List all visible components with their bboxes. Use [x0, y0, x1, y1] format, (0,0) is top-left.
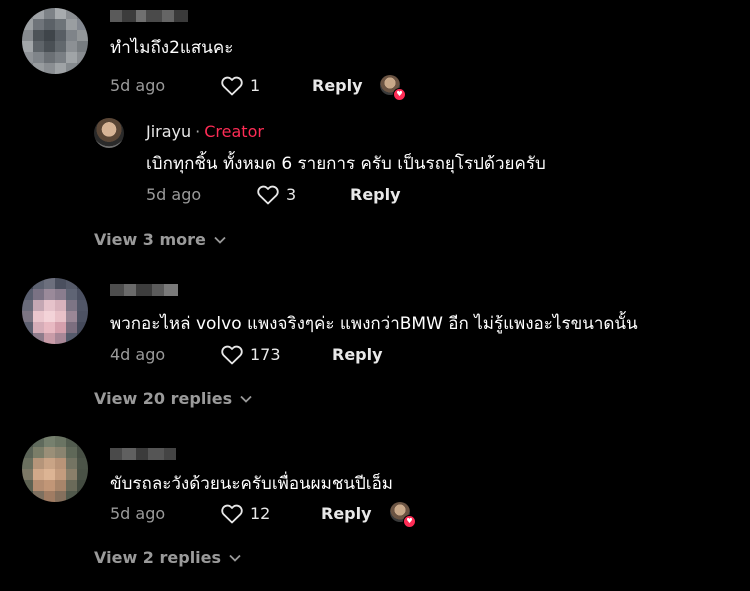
chevron-down-icon [240, 395, 252, 403]
username-redacted[interactable] [110, 10, 188, 22]
reply-button[interactable]: Reply [312, 76, 363, 95]
reply-1: Jirayu · Creator เบิกทุกชิ้น ทั้งหมด 6 ราย… [0, 112, 750, 212]
avatar[interactable] [22, 436, 88, 502]
creator-liked-badge: ♥ [380, 75, 406, 101]
reply-username[interactable]: Jirayu [146, 122, 191, 141]
chevron-down-icon [214, 236, 226, 244]
view-more-replies[interactable]: View 2 replies [94, 548, 241, 567]
view-more-replies[interactable]: View 3 more [94, 230, 226, 249]
reply-button[interactable]: Reply [350, 185, 401, 204]
avatar[interactable] [22, 8, 88, 74]
creator-avatar[interactable] [94, 118, 124, 148]
comment-text: พวกอะไหล่ volvo แพงจริงๆค่ะ แพงกว่าBMW อ… [110, 314, 638, 334]
creator-liked-heart-icon: ♥ [393, 88, 406, 101]
username-redacted[interactable] [110, 284, 178, 296]
comment-age: 5d ago [110, 75, 166, 95]
comment-text: ขับรถละวังด้วยนะครับเพื่อนผมชนปีเอ็ม [110, 474, 394, 494]
like-count: 1 [250, 75, 261, 95]
like-button[interactable]: 12 [220, 502, 270, 524]
avatar[interactable] [22, 278, 88, 344]
reply-age: 5d ago [146, 184, 202, 204]
heart-outline-icon [221, 76, 243, 96]
reply-meta: 5d ago 3 Reply [146, 182, 546, 206]
view-more-label: View 3 more [94, 230, 206, 249]
creator-liked-badge: ♥ [390, 502, 416, 528]
creator-liked-heart-icon: ♥ [403, 515, 416, 528]
heart-outline-icon [221, 345, 243, 365]
like-count: 173 [250, 344, 281, 364]
like-button[interactable]: 3 [256, 183, 296, 205]
reply-button[interactable]: Reply [332, 345, 383, 364]
creator-badge: Creator [204, 122, 264, 141]
like-count: 12 [250, 503, 271, 523]
view-more-label: View 2 replies [94, 548, 222, 567]
comment-text: ทำไมถึง2แสนคะ [110, 38, 234, 58]
comment-meta: 4d ago 173 Reply [110, 342, 510, 366]
view-more-replies[interactable]: View 20 replies [94, 389, 252, 408]
comment-1: ทำไมถึง2แสนคะ 5d ago 1 Reply ♥ [0, 0, 750, 110]
comment-age: 5d ago [110, 503, 166, 523]
name-separator: · [195, 122, 201, 141]
heart-outline-icon [221, 504, 243, 524]
comment-3: ขับรถละวังด้วยนะครับเพื่อนผมชนปีเอ็ม 5d … [0, 432, 750, 542]
creator-name-line: Jirayu · Creator [146, 122, 264, 141]
view-more-label: View 20 replies [94, 389, 233, 408]
reply-button[interactable]: Reply [321, 504, 372, 523]
heart-outline-icon [257, 185, 279, 205]
comment-2: พวกอะไหล่ volvo แพงจริงๆค่ะ แพงกว่าBMW อ… [0, 272, 750, 382]
like-button[interactable]: 173 [220, 343, 281, 365]
reply-text: เบิกทุกชิ้น ทั้งหมด 6 รายการ ครับ เป็นรถ… [146, 154, 546, 174]
like-count: 3 [286, 184, 297, 204]
comment-meta: 5d ago 1 Reply ♥ [110, 73, 510, 101]
like-button[interactable]: 1 [220, 74, 260, 96]
username-redacted[interactable] [110, 448, 176, 460]
comment-age: 4d ago [110, 344, 166, 364]
comment-meta: 5d ago 12 Reply ♥ [110, 501, 510, 528]
chevron-down-icon [229, 554, 241, 562]
